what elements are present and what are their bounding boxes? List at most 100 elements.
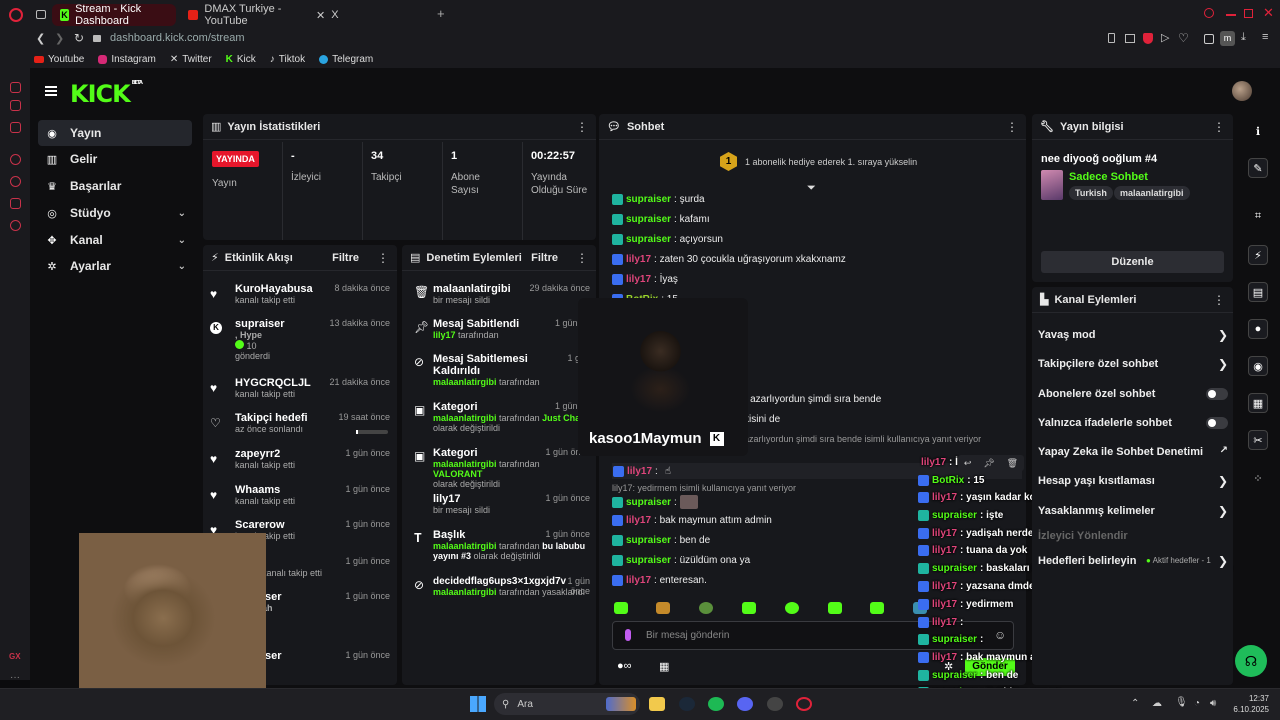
forward-icon[interactable]: ❯ xyxy=(55,32,64,45)
bits-icon[interactable]: ●∞ xyxy=(617,660,632,672)
filter-button[interactable]: Filtre xyxy=(531,252,558,264)
player-icon[interactable] xyxy=(10,154,21,165)
edit-icon[interactable]: ✎ xyxy=(1248,158,1268,178)
banned-words-row[interactable]: Yasaklanmış kelimeler ❯ xyxy=(1038,504,1228,518)
tab-kick-dashboard[interactable]: K Stream - Kick Dashboard xyxy=(52,3,176,27)
tray-chevron-icon[interactable]: ⌃ xyxy=(1131,698,1139,709)
more-options-icon[interactable]: ⋮ xyxy=(1006,120,1018,134)
cloud-icon[interactable]: ☁ xyxy=(1152,698,1162,709)
history-icon[interactable] xyxy=(10,176,21,187)
instagram-sidebar-icon[interactable] xyxy=(10,122,21,133)
snapshot-icon[interactable] xyxy=(1125,34,1135,43)
aria-icon[interactable] xyxy=(10,82,21,93)
microphone-icon[interactable] xyxy=(625,629,631,641)
chat-username[interactable]: lily17 xyxy=(626,575,651,586)
taskbar-search[interactable]: ⚲ Ara xyxy=(494,693,640,715)
followers-only-row[interactable]: Takipçilere özel sohbet ❯ xyxy=(1038,357,1228,371)
broadcast-icon[interactable]: ◉ xyxy=(1248,356,1268,376)
nav-kanal[interactable]: ✥ Kanal ⌄ xyxy=(38,227,192,253)
kick-logo[interactable]: KICK BETA xyxy=(70,80,143,108)
emote-icon[interactable] xyxy=(870,602,884,614)
tab-youtube[interactable]: DMAX Turkiye - YouTube xyxy=(180,3,304,27)
extensions-icon[interactable] xyxy=(1204,34,1214,44)
file-explorer-icon[interactable] xyxy=(649,697,665,711)
support-headset-button[interactable]: ☊ xyxy=(1235,645,1267,677)
mod-actor[interactable]: malaanlatirgibi xyxy=(433,587,497,597)
play-icon[interactable]: ▷ xyxy=(1161,31,1169,44)
windows-start-icon[interactable] xyxy=(470,696,486,712)
opera-gx-icon[interactable] xyxy=(796,697,812,711)
ai-moderation-row[interactable]: Yapay Zeka ile Sohbet Denetimi ↗ xyxy=(1038,445,1228,458)
pin-icon[interactable] xyxy=(1108,33,1115,43)
wifi-icon[interactable]: ◔ xyxy=(1194,698,1200,709)
new-tab-button[interactable]: + xyxy=(437,6,445,21)
chat-username[interactable]: lily17 xyxy=(626,254,651,265)
more-options-icon[interactable]: ⋮ xyxy=(377,251,389,265)
chat-username[interactable]: supraiser xyxy=(626,214,671,225)
nav-studyo[interactable]: ◎ Stüdyo ⌄ xyxy=(38,200,192,226)
document-icon[interactable]: ▤ xyxy=(1248,282,1268,302)
store-icon[interactable]: ▦ xyxy=(659,660,669,673)
mod-title[interactable]: decidedflag6ups3×1xgxjd7v xyxy=(433,576,566,587)
tab-manager-icon[interactable] xyxy=(36,10,46,19)
slow-mode-row[interactable]: Yavaş mod ❯ xyxy=(1038,328,1228,342)
discord-icon[interactable] xyxy=(737,697,753,711)
reload-icon[interactable]: ↻ xyxy=(74,31,84,45)
subscribers-only-toggle[interactable] xyxy=(1206,388,1228,400)
more-options-icon[interactable]: ⋮ xyxy=(1213,293,1225,307)
opera-logo-icon[interactable] xyxy=(9,8,23,22)
trash-icon[interactable]: 🗑︎ xyxy=(1007,458,1018,469)
spotify-icon[interactable] xyxy=(708,697,724,711)
maximize-icon[interactable] xyxy=(1244,9,1253,18)
url-text[interactable]: dashboard.kick.com/stream xyxy=(110,32,245,44)
steam-icon[interactable] xyxy=(679,697,695,711)
goals-row[interactable]: Hedefleri belirleyin ● Aktif hedefler - 1… xyxy=(1038,554,1228,568)
bookmark-twitter[interactable]: ✕ Twitter xyxy=(170,54,212,65)
bookmark-tiktok[interactable]: ♪ Tiktok xyxy=(270,54,305,65)
app-icon[interactable] xyxy=(767,697,783,711)
emote-icon[interactable] xyxy=(742,602,756,614)
mod-actor[interactable]: malaanlatirgibi xyxy=(433,541,497,551)
nav-yayin[interactable]: ◉ Yayın xyxy=(38,120,192,146)
bookmark-kick[interactable]: K Kick xyxy=(226,54,256,65)
mod-actor[interactable]: malaanlatirgibi xyxy=(433,459,497,469)
close-window-icon[interactable]: ✕ xyxy=(1263,5,1274,21)
download-icon[interactable]: ⤓ xyxy=(1241,31,1246,44)
chat-username[interactable]: supraiser xyxy=(626,555,671,566)
chat-username[interactable]: supraiser xyxy=(626,234,671,245)
mod-actor[interactable]: malaanlatirgibi xyxy=(433,377,497,387)
gift-promo-banner[interactable]: 1 1 abonelik hediye ederek 1. sıraya yük… xyxy=(720,152,917,171)
emote-icon[interactable] xyxy=(614,602,628,614)
account-age-row[interactable]: Hesap yaşı kısıtlaması ❯ xyxy=(1038,474,1228,488)
chat-username[interactable]: lily17 xyxy=(626,274,651,285)
emote-icon[interactable] xyxy=(828,602,842,614)
host-row[interactable]: İzleyici Yönlendir xyxy=(1038,530,1228,542)
minimize-icon[interactable] xyxy=(1226,14,1236,16)
gx-icon[interactable]: GX xyxy=(9,652,21,661)
search-tabs-icon[interactable] xyxy=(1204,8,1214,18)
shield-icon[interactable] xyxy=(1143,33,1153,44)
clock[interactable]: 12:37 6.10.2025 xyxy=(1229,693,1269,715)
edit-button[interactable]: Düzenle xyxy=(1041,251,1224,273)
bookmark-instagram[interactable]: Instagram xyxy=(98,54,156,65)
nav-gelir[interactable]: ▥ Gelir xyxy=(38,146,192,172)
info-icon[interactable]: ℹ xyxy=(1248,121,1268,141)
nav-ayarlar[interactable]: ✲ Ayarlar ⌄ xyxy=(38,253,192,279)
emotes-only-toggle[interactable] xyxy=(1206,417,1228,429)
mod-actor[interactable]: malaanlatirgibi xyxy=(433,413,497,423)
more-widgets-icon[interactable]: ⁘ xyxy=(1248,468,1268,488)
mic-tray-icon[interactable]: 🎙︎ xyxy=(1175,697,1188,708)
heart-icon[interactable]: ♡ xyxy=(1178,31,1189,45)
category-name[interactable]: Sadece Sohbet xyxy=(1069,171,1148,183)
wrench-icon[interactable]: ✂ xyxy=(1248,430,1268,450)
emote-icon[interactable] xyxy=(699,602,713,614)
emote-icon[interactable] xyxy=(656,602,670,614)
tag-chip[interactable]: malaanlatirgibi xyxy=(1114,186,1190,200)
chat-username[interactable]: supraiser xyxy=(626,535,671,546)
chat-icon[interactable]: ● xyxy=(1248,319,1268,339)
chat-username[interactable]: lily17 xyxy=(627,466,652,477)
pin-icon[interactable]: 📌︎ xyxy=(983,458,994,469)
reply-icon[interactable]: ↩ xyxy=(964,458,972,469)
lightning-icon[interactable]: ⚡ xyxy=(1248,245,1268,265)
back-icon[interactable]: ❮ xyxy=(36,32,45,45)
